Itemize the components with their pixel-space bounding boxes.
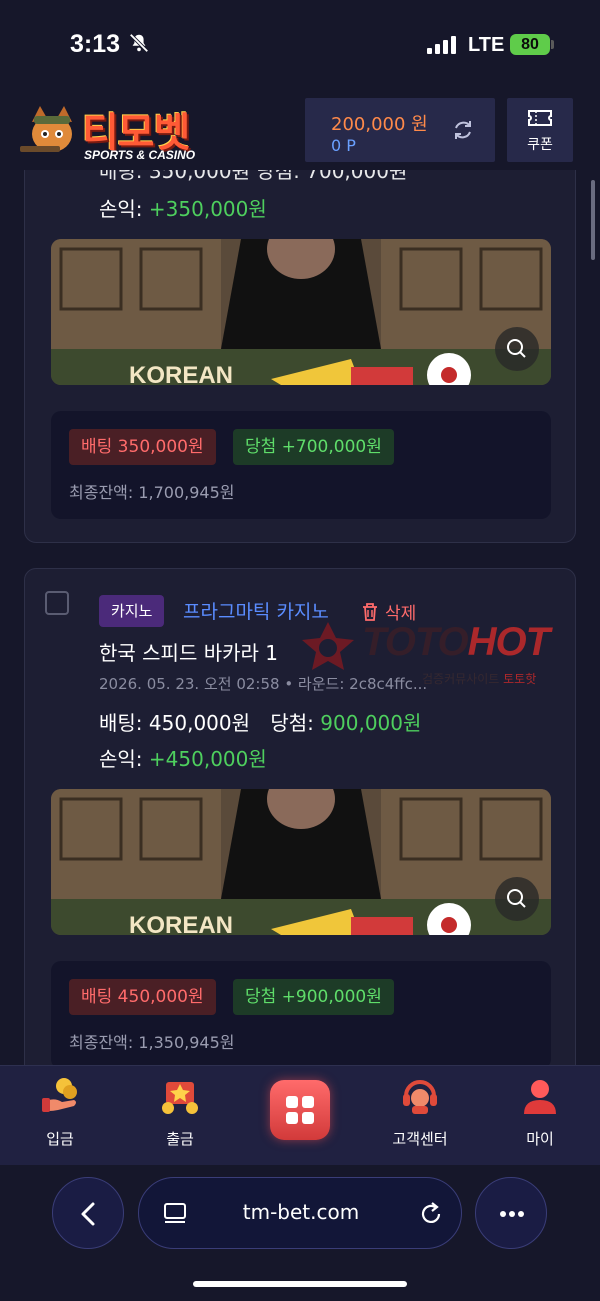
user-icon xyxy=(524,1080,556,1114)
back-button[interactable] xyxy=(52,1177,124,1249)
bet-win-row: 배팅: 450,000원 당첨: 900,000원 xyxy=(99,707,421,736)
mascot-icon xyxy=(20,106,72,152)
reload-icon[interactable] xyxy=(417,1200,445,1228)
withdraw-icon xyxy=(162,1082,198,1114)
bet-label: 배팅: xyxy=(99,711,143,735)
baccarat-table-image: KOREAN xyxy=(51,239,551,385)
final-balance: 최종잔액: 1,350,945원 xyxy=(69,1033,235,1052)
result-summary: 배팅 350,000원 당첨 +700,000원 최종잔액: 1,700,945… xyxy=(51,411,551,519)
browser-toolbar: tm-bet.com xyxy=(0,1165,600,1301)
image-caption: KOREAN xyxy=(129,362,233,385)
support-icon xyxy=(403,1080,437,1114)
bet-amount-badge: 배팅 450,000원 xyxy=(69,979,216,1015)
bet-card: 배팅: 350,000원 당첨: 700,000원 손익: +350,000원 xyxy=(24,170,576,543)
bet-line-partial: 배팅: 350,000원 당첨: 700,000원 xyxy=(99,170,408,183)
watermark-brand-left: TOTO xyxy=(362,620,469,664)
ticket-icon xyxy=(528,110,552,126)
address-bar[interactable]: tm-bet.com xyxy=(138,1177,462,1249)
profit-row: 손익: +450,000원 xyxy=(99,743,267,772)
coupon-button[interactable]: 쿠폰 xyxy=(507,98,573,162)
profit-value: +450,000원 xyxy=(148,747,267,771)
watermark-brand-right: HOT xyxy=(467,620,550,664)
battery-level: 80 xyxy=(521,36,539,53)
win-label: 당첨: xyxy=(270,711,314,735)
battery-icon: 80 xyxy=(510,34,550,55)
app-header: 티모벳 SPORTS & CASINO 200,000 원 0 P 쿠폰 xyxy=(0,90,600,170)
final-balance: 최종잔액: 1,700,945원 xyxy=(69,483,235,502)
home-indicator[interactable] xyxy=(193,1281,407,1287)
nav-my-label: 마이 xyxy=(526,1130,554,1148)
image-caption: KOREAN xyxy=(129,912,233,935)
watermark-sub-left: 검증커뮤사이트 xyxy=(422,672,500,686)
search-icon xyxy=(507,339,526,358)
balance-box[interactable]: 200,000 원 0 P xyxy=(305,98,495,162)
search-icon xyxy=(507,889,526,908)
win-amount-badge: 당첨 +700,000원 xyxy=(233,429,394,465)
more-button[interactable] xyxy=(475,1177,547,1249)
result-summary: 배팅 450,000원 당첨 +900,000원 최종잔액: 1,350,945… xyxy=(51,961,551,1065)
select-checkbox[interactable] xyxy=(45,591,69,615)
nav-support[interactable]: 고객센터 xyxy=(370,1066,470,1166)
bet-amount-badge: 배팅 350,000원 xyxy=(69,429,216,465)
url-text: tm-bet.com xyxy=(242,1200,360,1224)
profit-label: 손익: xyxy=(99,747,143,771)
game-thumbnail[interactable]: KOREAN xyxy=(51,789,551,935)
win-amount-badge: 당첨 +900,000원 xyxy=(233,979,394,1015)
refresh-icon[interactable] xyxy=(451,118,475,142)
point-amount: 0 P xyxy=(331,136,356,155)
profit-label: 손익: xyxy=(99,197,143,221)
watermark: TOTOHOT 검증커뮤사이트 토토핫 xyxy=(298,614,598,690)
bell-off-icon xyxy=(129,33,149,53)
chevron-left-icon xyxy=(81,1202,95,1226)
bet-value: 450,000원 xyxy=(148,711,251,735)
deposit-icon xyxy=(42,1078,77,1112)
status-time: 3:13 xyxy=(70,30,121,58)
nav-deposit[interactable]: 입금 xyxy=(10,1066,110,1166)
logo[interactable]: 티모벳 SPORTS & CASINO xyxy=(20,94,220,166)
status-bar: 3:13 LTE 80 xyxy=(0,0,600,90)
watermark-brand: TOTOHOT xyxy=(362,620,550,665)
signal-icon xyxy=(427,36,456,54)
watermark-subtitle: 검증커뮤사이트 토토핫 xyxy=(422,670,536,687)
zoom-button[interactable] xyxy=(495,327,539,371)
watermark-logo-icon xyxy=(302,622,354,670)
battery-tip xyxy=(551,40,554,49)
win-value: 900,000원 xyxy=(320,711,422,735)
more-horizontal-icon xyxy=(500,1211,524,1217)
menu-grid-icon xyxy=(286,1096,314,1124)
bottom-nav: 입금 출금 고객센터 마이 xyxy=(0,1065,600,1165)
logo-subtitle: SPORTS & CASINO xyxy=(84,148,196,162)
profit-value: +350,000원 xyxy=(148,197,267,221)
coupon-label: 쿠폰 xyxy=(527,137,553,153)
nav-deposit-label: 입금 xyxy=(46,1130,74,1148)
nav-my[interactable]: 마이 xyxy=(490,1066,590,1166)
game-title: 한국 스피드 바카라 1 xyxy=(99,641,278,665)
menu-grid-button[interactable] xyxy=(270,1080,330,1140)
scrollbar[interactable] xyxy=(591,180,595,260)
profit-row: 손익: +350,000원 xyxy=(99,193,267,222)
baccarat-table-image: KOREAN xyxy=(51,789,551,935)
zoom-button[interactable] xyxy=(495,877,539,921)
nav-withdraw-label: 출금 xyxy=(166,1130,194,1148)
watermark-sub-right: 토토핫 xyxy=(503,672,537,686)
balance-amount: 200,000 원 xyxy=(331,114,428,135)
nav-support-label: 고객센터 xyxy=(392,1130,448,1148)
network-type: LTE xyxy=(468,34,505,56)
nav-withdraw[interactable]: 출금 xyxy=(130,1066,230,1166)
category-tag: 카지노 xyxy=(99,595,165,627)
game-thumbnail[interactable]: KOREAN xyxy=(51,239,551,385)
